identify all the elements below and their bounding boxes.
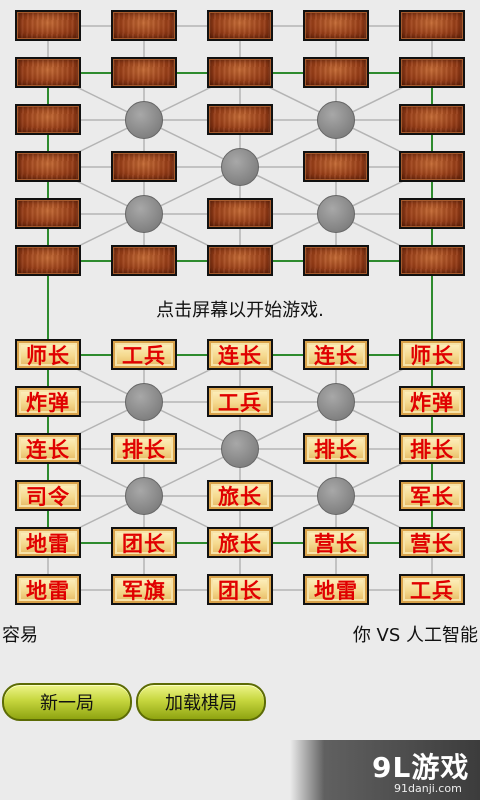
enemy-piece-hidden[interactable] [303,57,369,88]
player-piece[interactable]: 工兵 [399,574,465,605]
camp-station[interactable] [317,383,355,421]
new-game-button[interactable]: 新一局 [2,683,132,721]
enemy-piece-hidden[interactable] [399,198,465,229]
player-piece[interactable]: 旅长 [207,480,273,511]
enemy-piece-hidden[interactable] [111,151,177,182]
enemy-piece-hidden[interactable] [15,198,81,229]
camp-station[interactable] [125,195,163,233]
enemy-piece-hidden[interactable] [15,245,81,276]
start-prompt[interactable]: 点击屏幕以开始游戏. [0,296,480,322]
enemy-piece-hidden[interactable] [399,10,465,41]
player-piece[interactable]: 排长 [303,433,369,464]
player-piece[interactable]: 连长 [15,433,81,464]
enemy-piece-hidden[interactable] [207,10,273,41]
player-piece[interactable]: 旅长 [207,527,273,558]
enemy-piece-hidden[interactable] [303,151,369,182]
enemy-piece-hidden[interactable] [15,57,81,88]
enemy-piece-hidden[interactable] [303,10,369,41]
enemy-piece-hidden[interactable] [15,10,81,41]
enemy-piece-hidden[interactable] [111,10,177,41]
player-piece[interactable]: 营长 [303,527,369,558]
enemy-piece-hidden[interactable] [15,104,81,135]
versus-label: 你 VS 人工智能 [352,625,478,646]
camp-station[interactable] [125,477,163,515]
player-piece[interactable]: 地雷 [15,574,81,605]
enemy-piece-hidden[interactable] [207,245,273,276]
player-piece[interactable]: 地雷 [303,574,369,605]
camp-station[interactable] [317,477,355,515]
enemy-piece-hidden[interactable] [303,245,369,276]
load-game-button[interactable]: 加载棋局 [136,683,266,721]
player-piece[interactable]: 连长 [303,339,369,370]
player-piece[interactable]: 排长 [111,433,177,464]
enemy-piece-hidden[interactable] [207,57,273,88]
enemy-piece-hidden[interactable] [15,151,81,182]
camp-station[interactable] [221,148,259,186]
enemy-piece-hidden[interactable] [207,198,273,229]
enemy-piece-hidden[interactable] [111,245,177,276]
player-piece[interactable]: 工兵 [111,339,177,370]
player-piece[interactable]: 团长 [207,574,273,605]
enemy-piece-hidden[interactable] [399,104,465,135]
player-piece[interactable]: 地雷 [15,527,81,558]
enemy-piece-hidden[interactable] [399,245,465,276]
enemy-piece-hidden[interactable] [399,57,465,88]
watermark-logo: 9L游戏 [372,751,470,784]
camp-station[interactable] [221,430,259,468]
player-piece[interactable]: 师长 [399,339,465,370]
camp-station[interactable] [125,101,163,139]
camp-station[interactable] [317,195,355,233]
player-piece[interactable]: 师长 [15,339,81,370]
player-piece[interactable]: 团长 [111,527,177,558]
player-piece[interactable]: 排长 [399,433,465,464]
player-piece[interactable]: 工兵 [207,386,273,417]
difficulty-label: 容易 [2,625,38,646]
player-piece[interactable]: 军旗 [111,574,177,605]
watermark-url: 91danji.com [394,782,462,795]
enemy-piece-hidden[interactable] [111,57,177,88]
camp-station[interactable] [317,101,355,139]
player-piece[interactable]: 连长 [207,339,273,370]
player-piece[interactable]: 炸弹 [15,386,81,417]
player-piece[interactable]: 营长 [399,527,465,558]
enemy-piece-hidden[interactable] [207,104,273,135]
player-piece[interactable]: 军长 [399,480,465,511]
enemy-piece-hidden[interactable] [399,151,465,182]
player-piece[interactable]: 炸弹 [399,386,465,417]
camp-station[interactable] [125,383,163,421]
player-piece[interactable]: 司令 [15,480,81,511]
